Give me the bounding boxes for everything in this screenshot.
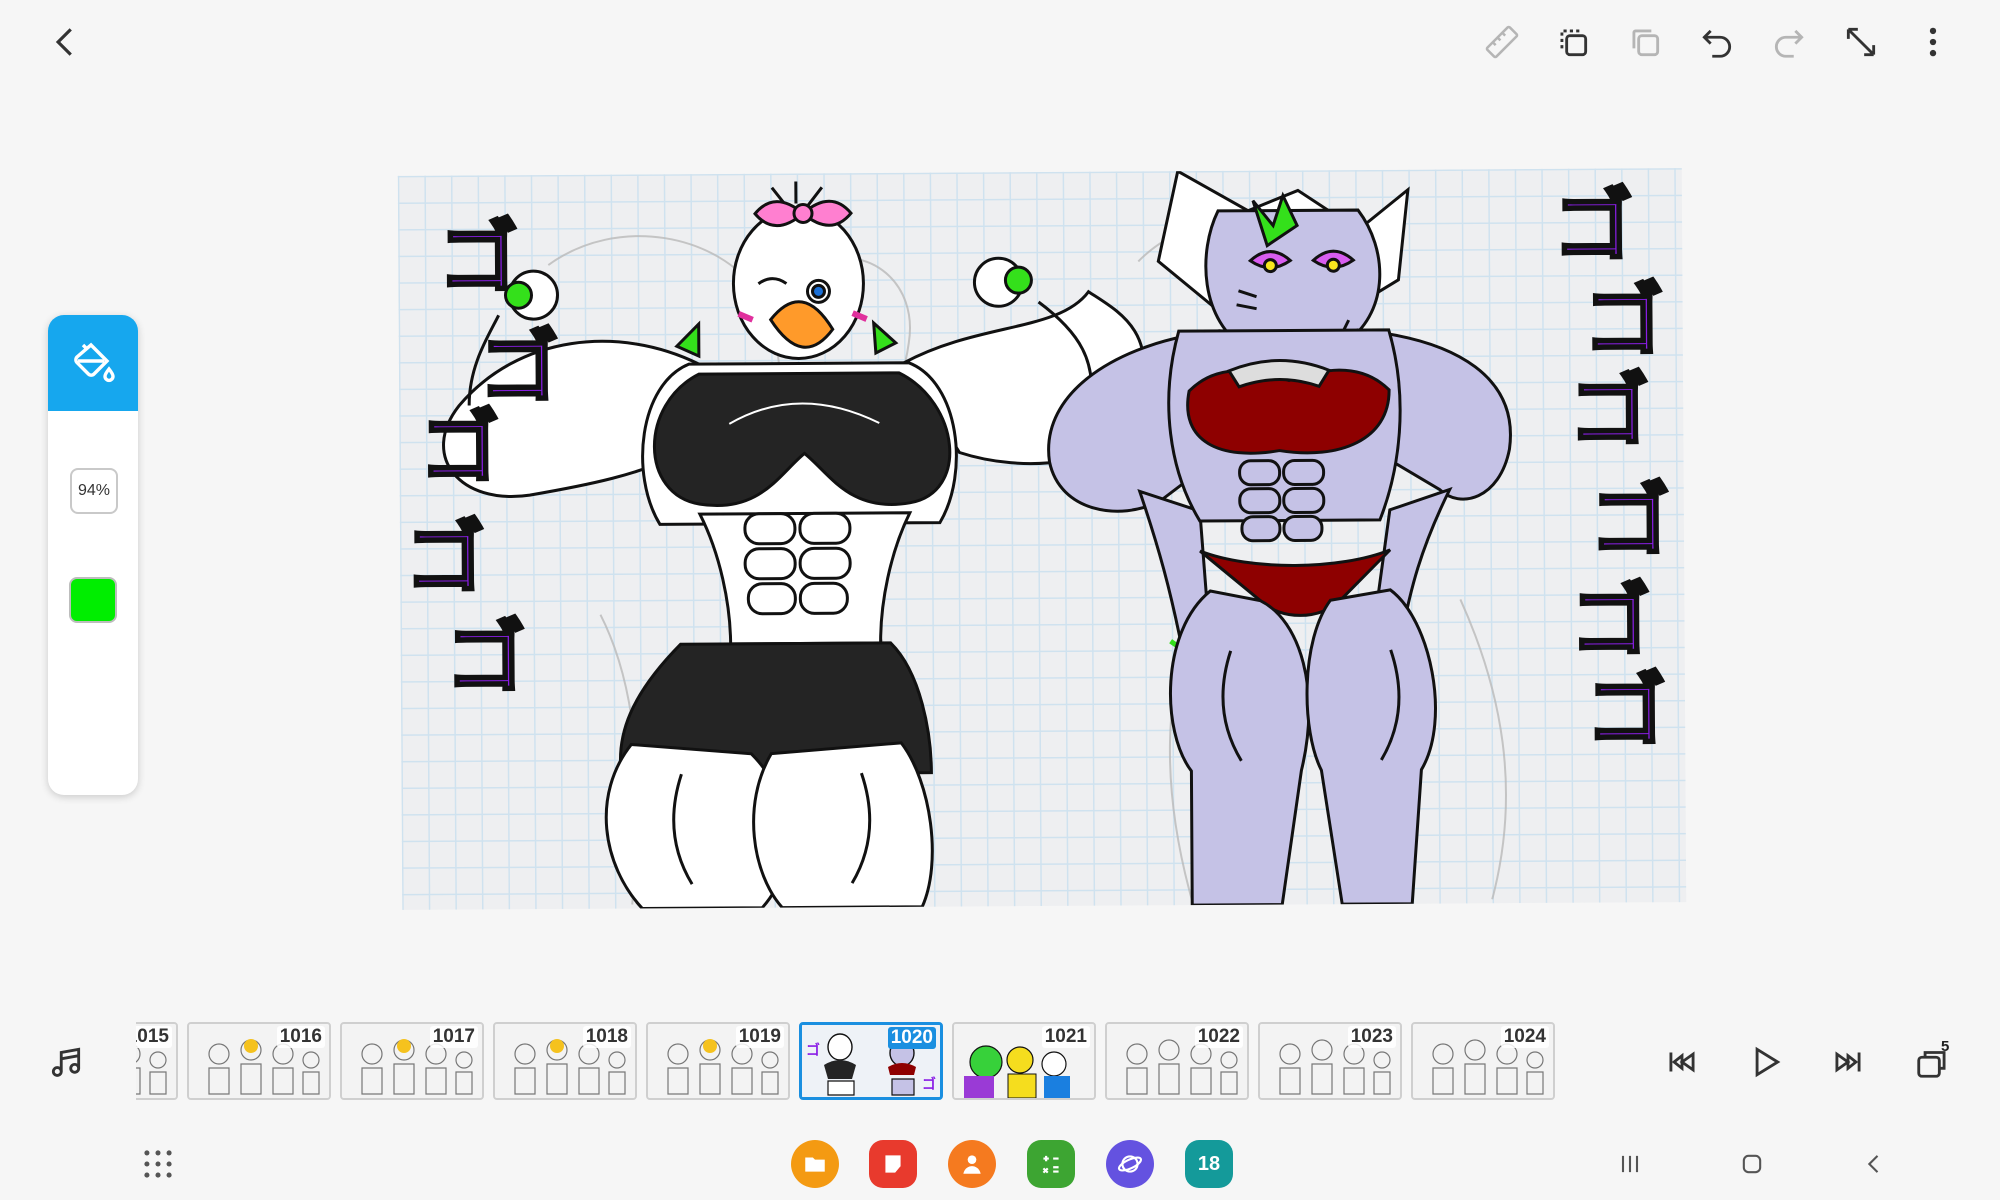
frame-number: 1018 (582, 1026, 631, 1048)
fill-bucket-icon[interactable] (48, 315, 138, 411)
layers-icon[interactable]: 5 (1903, 1032, 1963, 1092)
skip-end-icon[interactable] (1818, 1032, 1878, 1092)
svg-text:ゴ: ゴ (405, 511, 486, 604)
frame-number: 1019 (735, 1026, 784, 1048)
frame-number: 1024 (1500, 1026, 1549, 1048)
color-swatch[interactable] (69, 577, 117, 623)
svg-text:ゴ: ゴ (1569, 364, 1650, 457)
undo-icon[interactable] (1687, 12, 1747, 72)
svg-text:ゴ: ゴ (1586, 664, 1667, 757)
frame-number: 1015 (136, 1026, 172, 1048)
frame-number: 1016 (276, 1026, 325, 1048)
fullscreen-icon[interactable] (1831, 12, 1891, 72)
timeline-frame[interactable]: 1018 (493, 1022, 637, 1100)
calendar-app-icon[interactable]: 18 (1185, 1140, 1233, 1188)
frame-number: 1023 (1347, 1026, 1396, 1048)
artwork: ゴ ゴ ゴ ゴ ゴ ゴ ゴ ゴ ゴ ゴ ゴ (403, 168, 1672, 910)
svg-text:ゴ: ゴ (922, 1076, 936, 1092)
frame-number: 1021 (1041, 1026, 1090, 1048)
opacity-value[interactable]: 94% (70, 468, 118, 514)
back-icon[interactable] (36, 12, 96, 72)
frame-timeline[interactable]: 10151016101710181019ゴゴ102010211022102310… (136, 1018, 1614, 1104)
frame-number: 1017 (429, 1026, 478, 1048)
timeline-frame[interactable]: 1019 (646, 1022, 790, 1100)
tool-panel: 94% (48, 315, 138, 795)
ruler-icon[interactable] (1472, 12, 1532, 72)
recents-nav-icon[interactable] (1606, 1140, 1654, 1188)
timeline-frame[interactable]: 1016 (187, 1022, 331, 1100)
play-icon[interactable] (1735, 1032, 1795, 1092)
timeline-frame[interactable]: 1024 (1411, 1022, 1555, 1100)
calendar-day: 18 (1197, 1152, 1221, 1175)
files-app-icon[interactable] (791, 1140, 839, 1188)
svg-text:ゴ: ゴ (419, 401, 500, 494)
contacts-app-icon[interactable] (948, 1140, 996, 1188)
svg-text:ゴ: ゴ (438, 211, 519, 304)
back-nav-icon[interactable] (1850, 1140, 1898, 1188)
frame-number: 1022 (1194, 1026, 1243, 1048)
svg-text:ゴ: ゴ (1583, 274, 1664, 367)
opacity-label: 94% (77, 482, 111, 499)
music-icon[interactable] (36, 1032, 96, 1092)
home-nav-icon[interactable] (1728, 1140, 1776, 1188)
svg-text:ゴ: ゴ (1570, 574, 1651, 667)
timeline-frame[interactable]: 1021 (952, 1022, 1096, 1100)
svg-text:ゴ: ゴ (1553, 179, 1634, 272)
layers-count: 5 (1941, 1038, 1950, 1055)
duplicate-icon[interactable] (1615, 12, 1675, 72)
timeline-frame[interactable]: 1017 (340, 1022, 484, 1100)
svg-text:ゴ: ゴ (1590, 474, 1671, 567)
svg-text:ゴ: ゴ (806, 1042, 820, 1058)
timeline-frame[interactable]: 1022 (1105, 1022, 1249, 1100)
app-drawer-icon[interactable] (128, 1134, 188, 1194)
more-vert-icon[interactable] (1903, 12, 1963, 72)
frame-number: 1020 (887, 1027, 936, 1049)
redo-icon[interactable] (1759, 12, 1819, 72)
timeline-frame[interactable]: 1015 (136, 1022, 178, 1100)
timeline-frame[interactable]: ゴゴ 1020 (799, 1022, 943, 1100)
drawing-canvas[interactable]: ゴ ゴ ゴ ゴ ゴ ゴ ゴ ゴ ゴ ゴ ゴ (397, 168, 1687, 910)
notes-app-icon[interactable] (869, 1140, 917, 1188)
calculator-app-icon[interactable] (1027, 1140, 1075, 1188)
skip-start-icon[interactable] (1652, 1032, 1712, 1092)
svg-text:ゴ: ゴ (445, 611, 526, 704)
character-wolf (1047, 168, 1512, 907)
browser-app-icon[interactable] (1106, 1140, 1154, 1188)
copy-layer-icon[interactable] (1543, 12, 1603, 72)
timeline-frame[interactable]: 1023 (1258, 1022, 1402, 1100)
character-chicken (442, 181, 1146, 910)
